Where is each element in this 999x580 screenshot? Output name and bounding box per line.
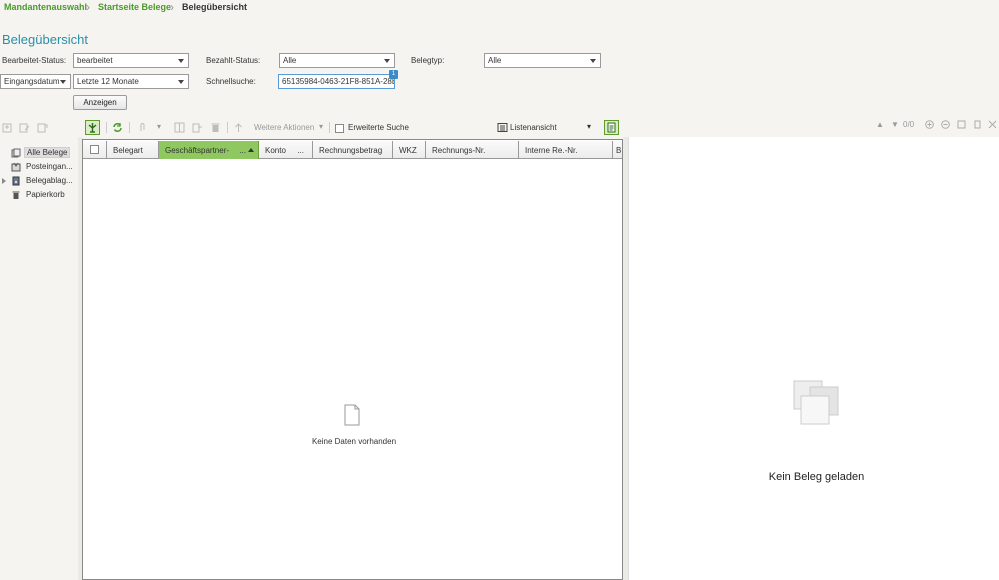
tree-item-posteingang[interactable]: Posteingan... [0,161,78,173]
chevron-up-icon[interactable]: ▲ [876,120,884,129]
bearbeitet-status-value: bearbeitet [77,56,113,65]
dropdown-arrow-icon [60,80,66,84]
no-document-icon [793,380,839,425]
toolbar-divider [227,122,228,133]
rotate-icon[interactable] [973,120,982,129]
page-counter: 0/0 [903,120,915,129]
select-all-column [83,141,107,159]
refresh-icon[interactable] [112,122,123,133]
documents-grid: Belegart Geschäftspartner- ... Konto ...… [82,139,623,580]
split-icon[interactable] [174,122,185,133]
chevron-down-icon[interactable]: ▾ [157,122,161,131]
column-belegart[interactable]: Belegart [107,141,159,159]
empty-state-text: Keine Daten vorhanden [311,437,397,446]
preview-empty-text: Kein Beleg geladen [768,471,865,483]
close-icon[interactable] [988,120,997,129]
column-b[interactable]: B [613,141,622,159]
chevron-down-icon[interactable]: ▼ [891,120,899,129]
column-geschaeftspartner[interactable]: Geschäftspartner- ... [159,141,259,159]
bezahlt-status-select[interactable]: Alle [279,53,395,68]
trash-icon [12,191,20,199]
tree-item-label: Belegablag... [26,176,73,185]
breadcrumb-startseite-belege[interactable]: Startseite Belege [98,2,171,12]
empty-document-icon [344,404,360,426]
tree-item-alle-belege[interactable]: Alle Belege [0,147,78,159]
dropdown-arrow-icon [590,59,596,63]
breadcrumb-current: Belegübersicht [182,2,248,12]
period-value: Letzte 12 Monate [77,77,139,86]
bezahlt-status-label: Bezahlt-Status: [206,56,261,65]
trash-icon[interactable] [210,122,221,133]
tree-item-label: Alle Belege [24,147,71,158]
folder-move-icon[interactable] [37,122,48,133]
column-rechnungs-nr[interactable]: Rechnungs-Nr. [426,141,519,159]
folder-edit-icon[interactable] [19,122,30,133]
weitere-aktionen-menu[interactable]: Weitere Aktionen [254,123,314,132]
toolbar-divider [129,122,130,133]
column-rechnungsbetrag[interactable]: Rechnungsbetrag [313,141,393,159]
expand-arrow-icon[interactable] [2,178,6,184]
grid-header: Belegart Geschäftspartner- ... Konto ...… [83,141,622,159]
zoom-in-icon[interactable] [925,120,934,129]
period-select[interactable]: Letzte 12 Monate [73,74,189,89]
toolbar-divider [106,122,107,133]
column-interne-re-nr[interactable]: Interne Re.-Nr. [519,141,613,159]
sort-ascending-icon [248,148,254,152]
date-field-value: Eingangsdatum [4,77,60,86]
dropdown-arrow-icon [178,80,184,84]
chevron-down-icon[interactable]: ▾ [319,122,323,131]
erweiterte-suche-checkbox[interactable] [335,124,344,133]
breadcrumb-mandantenauswahl[interactable]: Mandantenauswahl [4,2,87,12]
belegtyp-select[interactable]: Alle [484,53,601,68]
bearbeitet-status-label: Bearbeitet-Status: [2,56,67,65]
tree-filter-icon [88,123,97,133]
tree-item-label: Papierkorb [26,190,65,199]
tree-item-belegablage[interactable]: Belegablag... [0,175,78,187]
folder-tree: Alle Belege Posteingan... Belegablag... … [0,138,78,580]
column-konto[interactable]: Konto ... [259,141,313,159]
document-preview-icon [607,122,616,133]
belegtyp-label: Belegtyp: [411,56,445,65]
column-wkz[interactable]: WKZ [393,141,426,159]
search-count-badge: 1 [389,70,398,79]
breadcrumb: Mandantenauswahl › Startseite Belege › B… [0,0,999,16]
binder-icon [12,176,20,186]
fit-page-icon[interactable] [957,120,966,129]
bezahlt-status-value: Alle [283,56,297,65]
zoom-out-icon[interactable] [941,120,950,129]
listenansicht-select[interactable]: Listenansicht [510,123,557,132]
toolbar-divider [329,122,330,133]
schnellsuche-label: Schnellsuche: [206,77,256,86]
chevron-right-icon: › [86,0,90,14]
chevron-right-icon: › [170,0,174,14]
date-field-select[interactable]: Eingangsdatum [0,74,71,89]
dropdown-arrow-icon [384,59,390,63]
bearbeitet-status-select[interactable]: bearbeitet [73,53,189,68]
document-preview-pane: Kein Beleg geladen [628,137,999,580]
tree-item-papierkorb[interactable]: Papierkorb [0,189,78,201]
select-all-checkbox[interactable] [90,145,99,154]
documents-stack-icon [11,148,21,158]
belegtyp-value: Alle [488,56,502,65]
chevron-down-icon[interactable]: ▾ [587,122,591,131]
column-menu-ellipsis[interactable]: ... [239,146,246,155]
list-view-icon [497,123,508,132]
anzeigen-button[interactable]: Anzeigen [73,95,127,110]
filter-tree-button[interactable] [85,120,100,135]
tree-item-label: Posteingan... [26,162,73,171]
preview-toggle-button[interactable] [604,120,619,135]
inbox-icon [11,162,21,172]
upload-icon[interactable] [233,122,244,133]
folder-add-icon[interactable] [2,122,13,133]
attachment-icon[interactable] [137,122,148,133]
export-icon[interactable] [192,122,203,133]
column-menu-ellipsis[interactable]: ... [297,146,304,155]
erweiterte-suche-label: Erweiterte Suche [348,123,409,132]
page-title: Belegübersicht [2,32,88,47]
schnellsuche-input[interactable]: 65135984-0463-21F8-851A-28E [278,74,395,89]
dropdown-arrow-icon [178,59,184,63]
